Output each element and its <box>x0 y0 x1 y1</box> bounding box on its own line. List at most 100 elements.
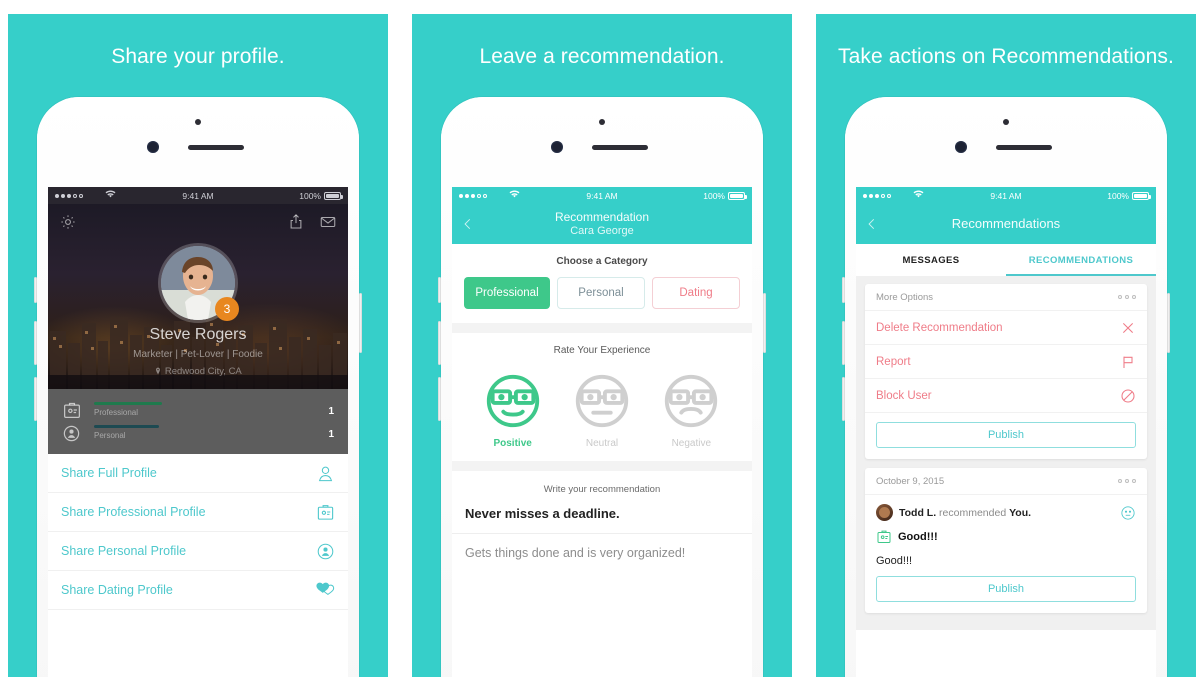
camera-dot-icon <box>599 119 605 125</box>
status-right: 100% <box>299 190 343 201</box>
status-right: 100% <box>703 190 747 201</box>
rating-label: Neutral <box>585 438 619 449</box>
badge-card-icon <box>316 503 335 522</box>
panel-headline: Take actions on Recommendations. <box>838 45 1174 68</box>
profile-location: Redwood City, CA <box>48 366 348 377</box>
recommendation-headline-input[interactable]: Never misses a deadline. <box>452 506 752 534</box>
earpiece-speaker <box>996 145 1052 150</box>
chevron-left-icon[interactable] <box>865 217 879 231</box>
category-title: Choose a Category <box>556 256 648 267</box>
category-professional-button[interactable]: Professional <box>464 277 550 309</box>
progress-fill <box>94 425 160 428</box>
earpiece-speaker <box>592 145 648 150</box>
section-divider <box>452 461 752 471</box>
recommendation-body-input[interactable]: Gets things done and is very organized! <box>452 534 752 572</box>
recommendation-headline: Good!!! <box>898 531 938 543</box>
write-recommendation-title: Write your recommendation <box>543 484 661 495</box>
phone-mockup: 9:41 AM 100% Recommendations MESSAGES RE… <box>842 97 1170 677</box>
phone-button-volume-up <box>34 321 37 365</box>
category-dating-button[interactable]: Dating <box>652 277 740 309</box>
tab-recommendations[interactable]: RECOMMENDATIONS <box>1006 244 1156 276</box>
phone-button-volume-down <box>842 377 845 421</box>
panel-share-profile: Share your profile. 9:41 AM 100% 3 Steve… <box>8 14 388 677</box>
nav-bar: Recommendation Cara George <box>452 204 752 244</box>
rating-positive[interactable]: Positive <box>475 370 551 449</box>
share-dating-profile-row[interactable]: Share Dating Profile <box>48 571 348 610</box>
gear-icon[interactable] <box>59 213 77 231</box>
recommendation-body: Good!!! <box>876 555 913 567</box>
badge-count: 3 <box>215 297 239 321</box>
front-camera-icon <box>551 141 563 153</box>
stat-row-personal: Personal 1 <box>48 421 348 444</box>
card-header: October 9, 2015 <box>865 468 1147 495</box>
person-circle-icon <box>316 542 335 561</box>
phone-button-power <box>763 293 766 353</box>
rating-negative[interactable]: Negative <box>653 370 729 449</box>
option-delete-recommendation[interactable]: Delete Recommendation <box>865 311 1147 345</box>
more-dots-icon[interactable] <box>1118 295 1136 299</box>
badge-card-icon <box>876 529 892 545</box>
badge-card-icon <box>62 401 84 421</box>
rating-neutral[interactable]: Neutral <box>564 370 640 449</box>
share-full-profile-row[interactable]: Share Full Profile <box>48 454 348 493</box>
verb-text: recommended <box>936 506 1010 519</box>
flag-icon <box>1120 354 1136 370</box>
tab-messages[interactable]: MESSAGES <box>856 244 1006 276</box>
camera-dot-icon <box>195 119 201 125</box>
profile-tagline: Marketer | Pet-Lover | Foodie <box>133 349 263 360</box>
share-item-label: Share Full Profile <box>61 466 157 480</box>
rating-label: Positive <box>493 438 532 449</box>
phone-button-mute <box>842 277 845 303</box>
battery-percent: 100% <box>299 190 321 201</box>
publish-button[interactable]: Publish <box>876 422 1136 448</box>
progress-label: Personal <box>94 431 126 440</box>
publish-button[interactable]: Publish <box>876 576 1136 602</box>
mail-icon[interactable] <box>319 213 337 231</box>
close-x-icon <box>1120 320 1136 336</box>
profile-stats: Professional 1 Personal 1 <box>48 389 348 454</box>
status-bar: 9:41 AM 100% <box>452 187 752 204</box>
more-dots-icon[interactable] <box>1118 479 1136 483</box>
nav-title: Recommendation <box>554 210 650 224</box>
publish-wrapper: Publish <box>865 413 1147 459</box>
share-item-label: Share Dating Profile <box>61 583 173 597</box>
option-block-user[interactable]: Block User <box>865 379 1147 413</box>
target-name: You. <box>1009 506 1032 519</box>
phone-screen: 9:41 AM 100% 3 Steve Rogers Marketer | P… <box>48 187 348 677</box>
battery-icon <box>1132 191 1151 200</box>
screenshot-root: Share your profile. 9:41 AM 100% 3 Steve… <box>0 0 1200 677</box>
avatar <box>876 504 893 521</box>
battery-percent: 100% <box>703 190 725 201</box>
profile-name: Steve Rogers <box>149 326 247 343</box>
option-report[interactable]: Report <box>865 345 1147 379</box>
share-personal-profile-row[interactable]: Share Personal Profile <box>48 532 348 571</box>
avatar-wrapper[interactable]: 3 <box>161 246 239 321</box>
chevron-left-icon[interactable] <box>461 217 475 231</box>
earpiece-speaker <box>188 145 244 150</box>
person-icon <box>316 464 335 483</box>
person-circle-icon <box>62 424 84 444</box>
rating-faces: Positive Neutral Negative <box>452 366 752 461</box>
neutral-face-icon <box>1120 505 1136 521</box>
status-right: 100% <box>1107 190 1151 201</box>
phone-screen: 9:41 AM 100% Recommendations MESSAGES RE… <box>856 187 1156 677</box>
rating-title: Rate Your Experience <box>553 345 651 356</box>
recommendation-summary: Todd L. recommended You. <box>899 507 1120 519</box>
rating-label: Negative <box>671 438 712 449</box>
profile-location-text: Redwood City, CA <box>164 366 242 377</box>
progress-label: Professional <box>94 408 139 417</box>
share-professional-profile-row[interactable]: Share Professional Profile <box>48 493 348 532</box>
phone-button-volume-up <box>438 321 441 365</box>
nav-subtitle: Cara George <box>570 225 634 237</box>
battery-icon <box>728 191 747 200</box>
share-icon[interactable] <box>287 213 305 231</box>
phone-button-power <box>359 293 362 353</box>
battery-percent: 100% <box>1107 190 1129 201</box>
front-camera-icon <box>955 141 967 153</box>
progress-personal: Personal <box>94 425 312 443</box>
share-item-label: Share Personal Profile <box>61 544 187 558</box>
category-buttons: Professional Personal Dating <box>452 277 752 323</box>
category-personal-button[interactable]: Personal <box>557 277 645 309</box>
panel-take-actions: Take actions on Recommendations. 9:41 AM <box>816 14 1196 677</box>
stat-row-professional: Professional 1 <box>48 398 348 421</box>
